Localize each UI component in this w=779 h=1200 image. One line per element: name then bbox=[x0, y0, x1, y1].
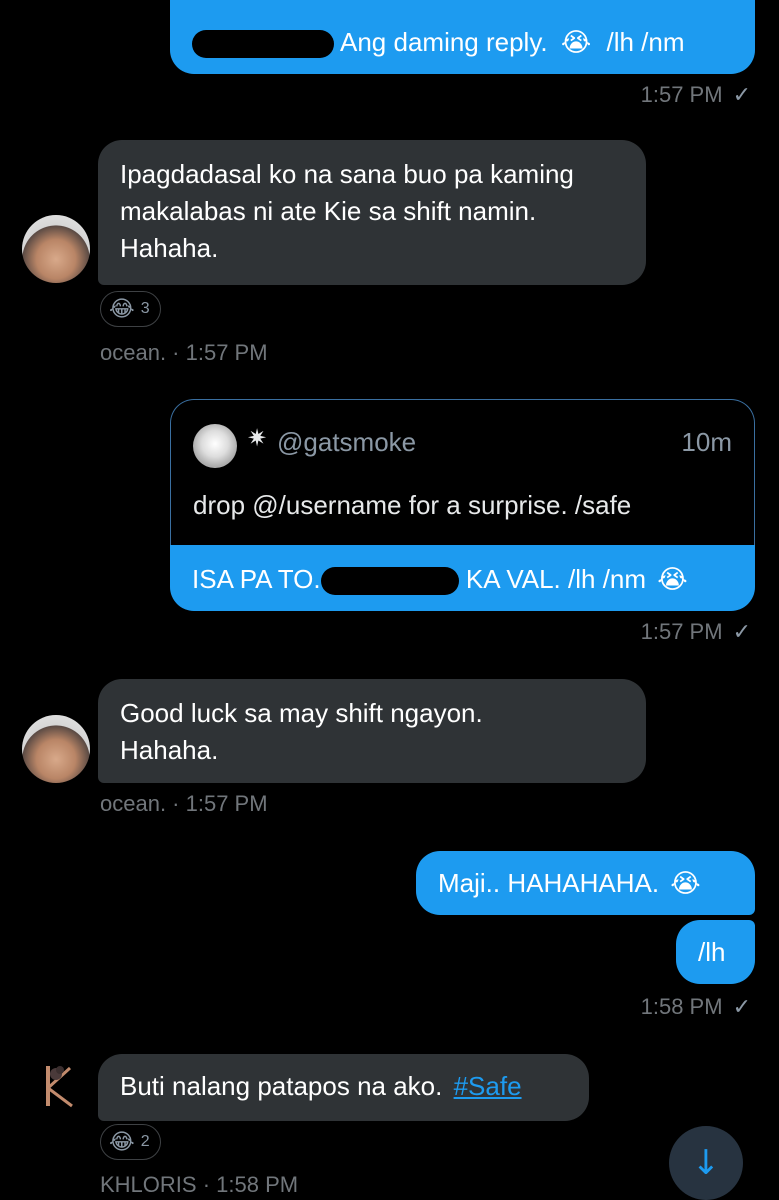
arrow-down-icon: ↓ bbox=[691, 1143, 721, 1183]
tears-of-joy-emoji: 😂 bbox=[109, 296, 135, 322]
quoted-author-handle: @gatsmoke bbox=[277, 427, 417, 457]
timestamp-text: 1:57 PM bbox=[640, 619, 723, 644]
flower-avatar-icon bbox=[30, 1058, 84, 1112]
message-timestamp: 1:57 PM ✓ bbox=[641, 82, 751, 108]
message-text: Maji.. HAHAHAHA. bbox=[438, 868, 660, 898]
message-text: Buti nalang patapos na ako. bbox=[120, 1071, 443, 1101]
quoted-tweet-age: 10m bbox=[681, 427, 732, 457]
sender-time: ocean. · 1:57 PM bbox=[100, 791, 268, 816]
incoming-message-bubble[interactable]: Good luck sa may shift ngayon. Hahaha. bbox=[98, 679, 646, 783]
message-text: KA VAL. /lh /nm bbox=[465, 564, 647, 594]
message-line: Hahaha. bbox=[120, 233, 219, 263]
loudly-crying-emoji: 😭 bbox=[670, 869, 701, 899]
sender-time: KHLORIS · 1:58 PM bbox=[100, 1172, 299, 1197]
quoted-tweet-card[interactable]: ✷ @gatsmoke 10m drop @/username for a su… bbox=[170, 399, 755, 547]
message-line: Hahaha. bbox=[120, 735, 219, 765]
quoted-author-avatar bbox=[193, 424, 237, 468]
read-check-icon: ✓ bbox=[732, 994, 751, 1019]
read-check-icon: ✓ bbox=[732, 619, 751, 644]
loudly-crying-emoji: 😭 bbox=[560, 28, 592, 58]
redacted-text bbox=[320, 567, 459, 596]
scroll-to-bottom-button[interactable]: ↓ bbox=[669, 1126, 743, 1200]
outgoing-message-bubble[interactable]: Ang daming reply. 😭 /lh /nm bbox=[170, 0, 755, 74]
message-line: makalabas ni ate Kie sa shift namin. bbox=[120, 196, 537, 226]
loudly-crying-emoji: 😭 bbox=[657, 565, 688, 595]
reaction-pill[interactable]: 😂 3 bbox=[100, 291, 161, 327]
quoted-tweet-text: drop @/username for a surprise. /safe bbox=[193, 490, 632, 520]
outgoing-message-bubble[interactable]: ISA PA TO. KA VAL. /lh /nm 😭 bbox=[170, 545, 755, 611]
hashtag-link[interactable]: #Safe bbox=[454, 1071, 522, 1101]
message-line: Ipagdadasal ko na sana buo pa kaming bbox=[120, 159, 574, 189]
message-timestamp: 1:58 PM ✓ bbox=[641, 994, 751, 1020]
message-text-prefix: ISA PA TO. bbox=[192, 564, 321, 594]
avatar[interactable] bbox=[22, 715, 90, 783]
read-check-icon: ✓ bbox=[732, 82, 751, 107]
message-timestamp: 1:57 PM ✓ bbox=[641, 619, 751, 645]
avatar[interactable] bbox=[30, 1058, 84, 1112]
timestamp-text: 1:58 PM bbox=[640, 994, 723, 1019]
author-badge-icon: ✷ bbox=[247, 425, 268, 452]
tone-indicator: /lh /nm bbox=[606, 27, 685, 57]
message-line: Good luck sa may shift ngayon. bbox=[120, 698, 483, 728]
reaction-pill[interactable]: 😂 2 bbox=[100, 1124, 161, 1160]
tears-of-joy-emoji: 😂 bbox=[109, 1129, 135, 1155]
message-text: /lh bbox=[698, 937, 726, 967]
outgoing-message-bubble[interactable]: /lh bbox=[676, 920, 755, 984]
incoming-message-bubble[interactable]: Buti nalang patapos na ako. #Safe bbox=[98, 1054, 589, 1121]
redacted-text bbox=[192, 30, 334, 59]
reaction-count: 2 bbox=[140, 1133, 150, 1150]
timestamp-text: 1:57 PM bbox=[640, 82, 723, 107]
message-text: Ang daming reply. bbox=[340, 27, 548, 57]
avatar[interactable] bbox=[22, 215, 90, 283]
sender-time: ocean. · 1:57 PM bbox=[100, 340, 268, 365]
outgoing-message-bubble[interactable]: Maji.. HAHAHAHA. 😭 bbox=[416, 851, 755, 915]
reaction-count: 3 bbox=[140, 300, 150, 317]
incoming-message-bubble[interactable]: Ipagdadasal ko na sana buo pa kaming mak… bbox=[98, 140, 646, 285]
